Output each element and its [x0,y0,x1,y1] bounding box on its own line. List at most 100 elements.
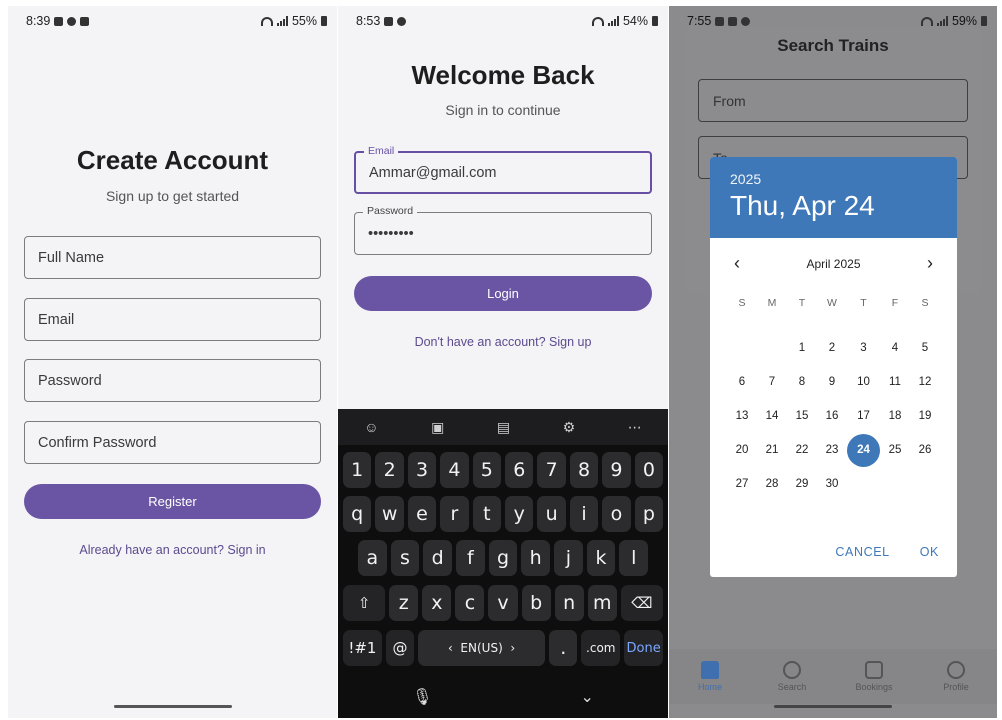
calendar-day[interactable]: 21 [757,433,787,467]
calendar-day[interactable]: 11 [880,365,910,399]
at-key[interactable]: @ [385,630,415,666]
key-3[interactable]: 3 [407,452,437,488]
tab-home[interactable]: Home [680,661,740,692]
key-n[interactable]: n [554,585,584,621]
calendar-day[interactable]: 12 [910,365,940,399]
key-y[interactable]: y [505,496,534,532]
com-key[interactable]: .com [581,630,621,666]
email-field[interactable]: Email Ammar@gmail.com [354,145,652,194]
calendar-day[interactable]: 17 [847,399,880,433]
key-j[interactable]: j [554,540,583,576]
key-q[interactable]: q [343,496,372,532]
key-v[interactable]: v [488,585,518,621]
key-d[interactable]: d [423,540,453,576]
calendar-day[interactable]: 8 [787,365,817,399]
hide-keyboard-icon[interactable]: ⌄ [581,687,594,707]
calendar-day[interactable]: 5 [910,331,940,365]
from-field[interactable]: From [698,79,968,122]
calendar-day[interactable]: 14 [757,399,787,433]
settings-icon[interactable]: ⚙ [563,419,576,436]
calendar-day[interactable]: 7 [757,365,787,399]
key-4[interactable]: 4 [440,452,469,488]
shift-key[interactable]: ⇧ [343,585,386,621]
space-key[interactable]: ‹ EN(US) › [418,630,546,666]
tab-search[interactable]: Search [762,661,822,692]
confirm-password-field[interactable]: Confirm Password [24,421,321,464]
calendar-day[interactable]: 27 [727,467,757,501]
key-a[interactable]: a [358,540,387,576]
calendar-day[interactable]: 26 [910,433,940,467]
key-l[interactable]: l [619,540,649,576]
key-i[interactable]: i [569,496,599,532]
key-6[interactable]: 6 [505,452,534,488]
calendar-day[interactable]: 13 [727,399,757,433]
calendar-day[interactable]: 20 [727,433,757,467]
sign-up-link[interactable]: Don't have an account? Sign up [338,335,668,349]
calendar-day[interactable]: 2 [817,331,847,365]
key-b[interactable]: b [521,585,551,621]
cancel-button[interactable]: CANCEL [835,545,889,559]
calendar-day[interactable]: 30 [817,467,847,501]
selected-day[interactable]: 24 [847,433,880,467]
key-t[interactable]: t [472,496,502,532]
calendar-day[interactable]: 3 [847,331,880,365]
ok-button[interactable]: OK [920,545,939,559]
key-g[interactable]: g [488,540,518,576]
home-indicator[interactable] [113,705,232,708]
key-7[interactable]: 7 [537,452,566,488]
calendar-day[interactable]: 25 [880,433,910,467]
full-name-field[interactable]: Full Name [24,236,321,279]
key-p[interactable]: p [634,496,664,532]
calendar-day[interactable]: 28 [757,467,787,501]
home-indicator[interactable] [774,705,892,708]
key-x[interactable]: x [422,585,452,621]
key-0[interactable]: 0 [634,452,664,488]
key-e[interactable]: e [407,496,437,532]
microphone-icon[interactable]: 🎙︎ [412,687,432,707]
key-z[interactable]: z [389,585,419,621]
done-key[interactable]: Done [624,630,664,666]
calendar-day[interactable]: 16 [817,399,847,433]
key-s[interactable]: s [390,540,420,576]
chevron-right-icon[interactable]: › [927,253,933,274]
clipboard-icon[interactable]: ▤ [497,419,510,436]
sign-in-link[interactable]: Already have an account? Sign in [8,543,337,557]
key-c[interactable]: c [455,585,485,621]
backspace-key[interactable]: ⌫ [620,585,663,621]
calendar-day[interactable]: 6 [727,365,757,399]
calendar-day[interactable]: 9 [817,365,847,399]
key-k[interactable]: k [586,540,616,576]
password-field[interactable]: Password ••••••••• [354,205,652,255]
more-icon[interactable]: ⋯ [628,419,642,436]
key-h[interactable]: h [521,540,551,576]
sticker-icon[interactable]: ▣ [431,419,444,436]
period-key[interactable]: . [549,630,578,666]
emoji-icon[interactable]: ☺ [364,419,378,435]
calendar-day[interactable]: 1 [787,331,817,365]
selected-year[interactable]: 2025 [730,171,937,187]
symbols-key[interactable]: !#1 [343,630,382,666]
calendar-day[interactable]: 15 [787,399,817,433]
key-o[interactable]: o [602,496,631,532]
key-u[interactable]: u [537,496,566,532]
email-field[interactable]: Email [24,298,321,341]
chevron-left-icon[interactable]: ‹ [734,253,740,274]
tab-bookings[interactable]: Bookings [844,661,904,692]
key-f[interactable]: f [456,540,485,576]
calendar-day[interactable]: 19 [910,399,940,433]
register-button[interactable]: Register [24,484,321,519]
calendar-day[interactable]: 29 [787,467,817,501]
key-r[interactable]: r [440,496,469,532]
key-8[interactable]: 8 [569,452,599,488]
key-2[interactable]: 2 [375,452,404,488]
tab-profile[interactable]: Profile [926,661,986,692]
key-9[interactable]: 9 [602,452,631,488]
key-1[interactable]: 1 [343,452,372,488]
key-5[interactable]: 5 [472,452,502,488]
calendar-day[interactable]: 22 [787,433,817,467]
key-m[interactable]: m [587,585,617,621]
calendar-day[interactable]: 18 [880,399,910,433]
calendar-day[interactable]: 10 [847,365,880,399]
login-button[interactable]: Login [354,276,652,311]
key-w[interactable]: w [375,496,404,532]
